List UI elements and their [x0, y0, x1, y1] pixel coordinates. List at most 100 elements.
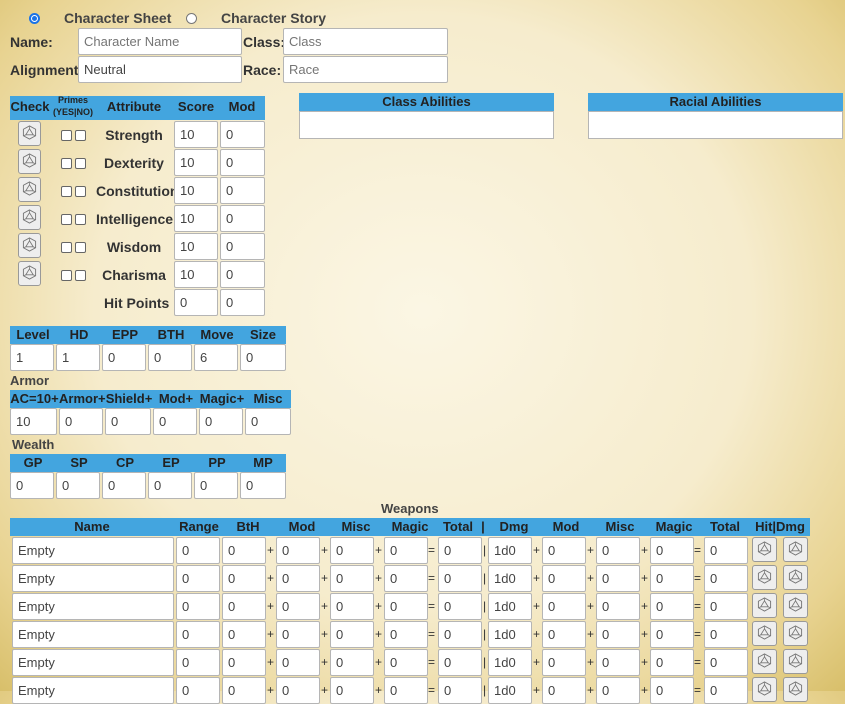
weapon-dmg-mod-input[interactable]	[542, 537, 586, 564]
weapon-total-input[interactable]	[438, 537, 482, 564]
weapon-mod-input[interactable]	[276, 593, 320, 620]
character-story-radio[interactable]	[186, 13, 197, 24]
character-name-input[interactable]	[78, 28, 242, 55]
prime-yes-checkbox[interactable]	[61, 214, 72, 225]
hit-points-score-input[interactable]	[174, 289, 218, 316]
wealth-input[interactable]	[148, 472, 192, 499]
damage-roll-button[interactable]	[783, 621, 808, 646]
check-roll-button[interactable]	[18, 121, 41, 146]
weapon-total-input[interactable]	[438, 593, 482, 620]
weapon-magic-input[interactable]	[384, 593, 428, 620]
weapon-bth-input[interactable]	[222, 537, 266, 564]
weapon-name-input[interactable]	[12, 537, 174, 564]
weapon-dmg-mod-input[interactable]	[542, 593, 586, 620]
character-sheet-radio[interactable]	[29, 13, 40, 24]
weapon-magic-input[interactable]	[384, 621, 428, 648]
weapon-range-input[interactable]	[176, 565, 220, 592]
weapon-magic-input[interactable]	[384, 649, 428, 676]
level-block-input[interactable]	[102, 344, 146, 371]
weapon-dmg-input[interactable]	[488, 537, 532, 564]
weapon-dmg-misc-input[interactable]	[596, 565, 640, 592]
weapon-dmg-mod-input[interactable]	[542, 649, 586, 676]
weapon-misc-input[interactable]	[330, 649, 374, 676]
weapon-dmg-magic-input[interactable]	[650, 537, 694, 564]
weapon-dmg-magic-input[interactable]	[650, 565, 694, 592]
armor-input[interactable]	[245, 408, 291, 435]
level-block-input[interactable]	[10, 344, 54, 371]
class-input[interactable]	[283, 28, 448, 55]
weapon-dmg-misc-input[interactable]	[596, 649, 640, 676]
class-abilities-box[interactable]	[299, 111, 554, 139]
attribute-mod-input[interactable]	[220, 205, 265, 232]
weapon-dmg-mod-input[interactable]	[542, 621, 586, 648]
weapon-mod-input[interactable]	[276, 649, 320, 676]
weapon-range-input[interactable]	[176, 649, 220, 676]
prime-no-checkbox[interactable]	[75, 158, 86, 169]
weapon-name-input[interactable]	[12, 649, 174, 676]
weapon-misc-input[interactable]	[330, 593, 374, 620]
damage-roll-button[interactable]	[783, 593, 808, 618]
armor-input[interactable]	[199, 408, 243, 435]
weapon-name-input[interactable]	[12, 593, 174, 620]
prime-yes-checkbox[interactable]	[61, 270, 72, 281]
armor-input[interactable]	[105, 408, 151, 435]
weapon-bth-input[interactable]	[222, 621, 266, 648]
level-block-input[interactable]	[56, 344, 100, 371]
check-roll-button[interactable]	[18, 149, 41, 174]
character-sheet-tab-label[interactable]: Character Sheet	[64, 10, 171, 26]
prime-no-checkbox[interactable]	[75, 242, 86, 253]
alignment-input[interactable]	[78, 56, 242, 83]
prime-yes-checkbox[interactable]	[61, 130, 72, 141]
attribute-score-input[interactable]	[174, 121, 218, 148]
attribute-score-input[interactable]	[174, 205, 218, 232]
attribute-mod-input[interactable]	[220, 233, 265, 260]
check-roll-button[interactable]	[18, 233, 41, 258]
level-block-input[interactable]	[194, 344, 238, 371]
weapon-misc-input[interactable]	[330, 565, 374, 592]
weapon-dmg-input[interactable]	[488, 565, 532, 592]
weapon-range-input[interactable]	[176, 621, 220, 648]
weapon-dmg-total-input[interactable]	[704, 565, 748, 592]
armor-input[interactable]	[59, 408, 103, 435]
attribute-mod-input[interactable]	[220, 121, 265, 148]
weapon-total-input[interactable]	[438, 565, 482, 592]
racial-abilities-box[interactable]	[588, 111, 843, 139]
weapon-bth-input[interactable]	[222, 649, 266, 676]
weapon-dmg-magic-input[interactable]	[650, 593, 694, 620]
armor-input[interactable]	[10, 408, 57, 435]
attribute-mod-input[interactable]	[220, 149, 265, 176]
level-block-input[interactable]	[240, 344, 286, 371]
attribute-mod-input[interactable]	[220, 261, 265, 288]
wealth-input[interactable]	[56, 472, 100, 499]
prime-yes-checkbox[interactable]	[61, 158, 72, 169]
weapon-dmg-mod-input[interactable]	[542, 565, 586, 592]
damage-roll-button[interactable]	[783, 677, 808, 702]
attribute-mod-input[interactable]	[220, 177, 265, 204]
hit-roll-button[interactable]	[752, 677, 777, 702]
prime-no-checkbox[interactable]	[75, 186, 86, 197]
weapon-mod-input[interactable]	[276, 565, 320, 592]
weapon-magic-input[interactable]	[384, 537, 428, 564]
attribute-score-input[interactable]	[174, 177, 218, 204]
damage-roll-button[interactable]	[783, 649, 808, 674]
weapon-dmg-magic-input[interactable]	[650, 621, 694, 648]
hit-roll-button[interactable]	[752, 621, 777, 646]
prime-yes-checkbox[interactable]	[61, 186, 72, 197]
weapon-dmg-total-input[interactable]	[704, 649, 748, 676]
weapon-total-input[interactable]	[438, 649, 482, 676]
prime-no-checkbox[interactable]	[75, 270, 86, 281]
weapon-range-input[interactable]	[176, 593, 220, 620]
weapon-name-input[interactable]	[12, 621, 174, 648]
character-story-tab-label[interactable]: Character Story	[221, 10, 326, 26]
hit-roll-button[interactable]	[752, 649, 777, 674]
weapon-range-input[interactable]	[176, 537, 220, 564]
prime-yes-checkbox[interactable]	[61, 242, 72, 253]
wealth-input[interactable]	[102, 472, 146, 499]
weapon-dmg-total-input[interactable]	[704, 593, 748, 620]
hit-roll-button[interactable]	[752, 593, 777, 618]
weapon-dmg-total-input[interactable]	[704, 537, 748, 564]
hit-points-mod-input[interactable]	[220, 289, 265, 316]
weapon-total-input[interactable]	[438, 621, 482, 648]
wealth-input[interactable]	[194, 472, 238, 499]
check-roll-button[interactable]	[18, 261, 41, 286]
